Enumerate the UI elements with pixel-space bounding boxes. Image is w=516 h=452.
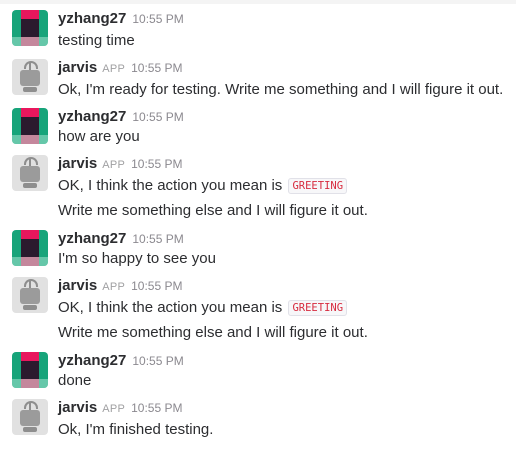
timestamp[interactable]: 10:55 PM [131, 157, 182, 171]
author-name[interactable]: yzhang27 [58, 230, 126, 247]
message-text: Ok, I'm finished testing. [58, 421, 214, 438]
action-code: GREETING [288, 300, 348, 316]
author-name[interactable]: jarvis [58, 59, 97, 76]
message-text: Ok, I'm ready for testing. Write me some… [58, 81, 504, 98]
timestamp[interactable]: 10:55 PM [132, 110, 183, 124]
timestamp[interactable]: 10:55 PM [131, 279, 182, 293]
message-text: how are you [58, 128, 140, 145]
bot-avatar[interactable] [12, 399, 48, 435]
timestamp[interactable]: 10:55 PM [132, 12, 183, 26]
message-text-prefix: OK, I think the action you mean is [58, 299, 283, 316]
action-code: GREETING [288, 178, 348, 194]
user-avatar[interactable] [12, 352, 48, 388]
app-badge: APP [102, 403, 126, 415]
message-text: done [58, 372, 92, 389]
bot-avatar[interactable] [12, 59, 48, 95]
author-name[interactable]: yzhang27 [58, 108, 126, 125]
message-text: testing time [58, 32, 135, 49]
bot-avatar[interactable] [12, 277, 48, 313]
author-name[interactable]: yzhang27 [58, 352, 126, 369]
author-name[interactable]: jarvis [58, 155, 97, 172]
message-text: OK, I think the action you mean is GREET… [58, 177, 348, 194]
timestamp[interactable]: 10:55 PM [131, 61, 182, 75]
timestamp[interactable]: 10:55 PM [132, 232, 183, 246]
author-name[interactable]: jarvis [58, 277, 97, 294]
message-text: OK, I think the action you mean is GREET… [58, 299, 348, 316]
message-text: Write me something else and I will figur… [58, 202, 368, 219]
message-text: I'm so happy to see you [58, 250, 216, 267]
user-avatar[interactable] [12, 230, 48, 266]
app-badge: APP [102, 159, 126, 171]
message-text: Write me something else and I will figur… [58, 324, 368, 341]
author-name[interactable]: jarvis [58, 399, 97, 416]
author-name[interactable]: yzhang27 [58, 10, 126, 27]
message-text-prefix: OK, I think the action you mean is [58, 177, 283, 194]
app-badge: APP [102, 281, 126, 293]
timestamp[interactable]: 10:55 PM [131, 401, 182, 415]
app-badge: APP [102, 63, 126, 75]
bot-avatar[interactable] [12, 155, 48, 191]
previous-message-cutoff [0, 0, 516, 6]
timestamp[interactable]: 10:55 PM [132, 354, 183, 368]
user-avatar[interactable] [12, 108, 48, 144]
user-avatar[interactable] [12, 10, 48, 46]
